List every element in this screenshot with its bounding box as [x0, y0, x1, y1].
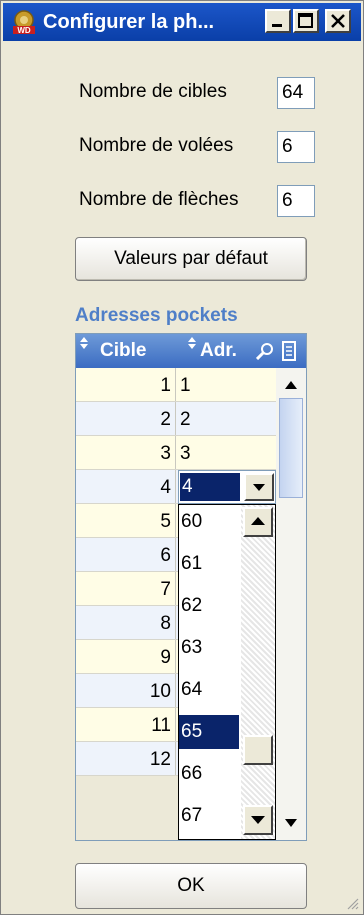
resize-grip-icon[interactable] [345, 896, 359, 910]
scroll-down-icon [251, 816, 265, 824]
table-row[interactable]: 33 [76, 436, 276, 470]
cell-cible: 8 [76, 606, 176, 639]
table-scrollbar[interactable] [276, 368, 306, 840]
dropdown-scroll-thumb[interactable] [243, 735, 273, 765]
scroll-up-icon [251, 517, 265, 525]
combobox-dropdown-button[interactable] [244, 473, 274, 501]
cell-cible: 12 [76, 742, 176, 775]
cell-cible: 5 [76, 504, 176, 537]
dropdown-scroll-down-button[interactable] [243, 805, 273, 835]
sort-icon [188, 337, 196, 349]
cell-cible: 2 [76, 402, 176, 435]
cell-cible: 10 [76, 674, 176, 707]
maximize-button[interactable] [293, 9, 319, 33]
cell-cible: 11 [76, 708, 176, 741]
arrows-input[interactable]: 6 [277, 185, 315, 217]
dropdown-option[interactable]: 65 [179, 715, 239, 749]
cell-adr[interactable]: 2 [178, 402, 274, 435]
cell-cible: 9 [76, 640, 176, 673]
close-icon [331, 14, 345, 28]
cell-adr[interactable]: 3 [178, 436, 274, 469]
window: WD Configurer la ph... Nombre de cibles … [0, 0, 364, 915]
dropdown-scroll-up-button[interactable] [243, 507, 273, 537]
sort-icon [80, 337, 88, 349]
scroll-up-icon[interactable] [284, 380, 298, 390]
column-header-cible[interactable]: Cible [100, 334, 146, 368]
cell-cible: 7 [76, 572, 176, 605]
dropdown-option[interactable]: 61 [179, 547, 239, 581]
pocket-address-table[interactable]: Cible Adr. 1122334456789101112 4 6061626… [75, 333, 307, 841]
arrows-label: Nombre de flèches [79, 189, 239, 210]
window-title: Configurer la ph... [43, 11, 215, 33]
dropdown-option[interactable]: 62 [179, 589, 239, 623]
volleys-input[interactable]: 6 [277, 131, 315, 163]
table-header: Cible Adr. [76, 334, 306, 368]
scroll-down-icon[interactable] [284, 818, 298, 828]
svg-text:WD: WD [17, 26, 31, 35]
address-combobox[interactable]: 4 [178, 470, 276, 504]
table-scroll-thumb[interactable] [279, 398, 303, 498]
cell-adr[interactable]: 1 [178, 368, 274, 401]
ok-button[interactable]: OK [75, 863, 307, 909]
dropdown-option[interactable]: 64 [179, 673, 239, 707]
targets-input[interactable]: 64 [277, 77, 315, 109]
cell-cible: 4 [76, 470, 176, 503]
dropdown-option[interactable]: 63 [179, 631, 239, 665]
dropdown-option[interactable]: 60 [179, 505, 239, 539]
volleys-label: Nombre de volées [79, 135, 234, 156]
search-icon[interactable] [256, 342, 274, 360]
minimize-icon [272, 24, 282, 27]
windev-app-icon: WD [13, 10, 35, 35]
pocket-addresses-title: Adresses pockets [75, 305, 238, 326]
close-button[interactable] [325, 9, 351, 33]
table-row[interactable]: 11 [76, 368, 276, 402]
cell-cible: 3 [76, 436, 176, 469]
maximize-icon [298, 13, 313, 28]
default-values-button[interactable]: Valeurs par défaut [75, 237, 307, 281]
cell-cible: 1 [76, 368, 176, 401]
table-row[interactable]: 22 [76, 402, 276, 436]
column-header-adr[interactable]: Adr. [200, 334, 237, 368]
chevron-down-icon [253, 484, 265, 491]
dropdown-scrollbar[interactable] [241, 505, 275, 839]
title-bar[interactable]: WD Configurer la ph... [3, 3, 361, 41]
table-menu-icon[interactable] [280, 340, 298, 362]
targets-label: Nombre de cibles [79, 81, 227, 102]
dropdown-option[interactable]: 66 [179, 757, 239, 791]
cell-cible: 6 [76, 538, 176, 571]
minimize-button[interactable] [265, 9, 291, 33]
combobox-value: 4 [180, 473, 240, 501]
address-dropdown-list[interactable]: 60 61 62 63 64 65 66 67 [178, 504, 276, 840]
dropdown-option[interactable]: 67 [179, 799, 239, 833]
